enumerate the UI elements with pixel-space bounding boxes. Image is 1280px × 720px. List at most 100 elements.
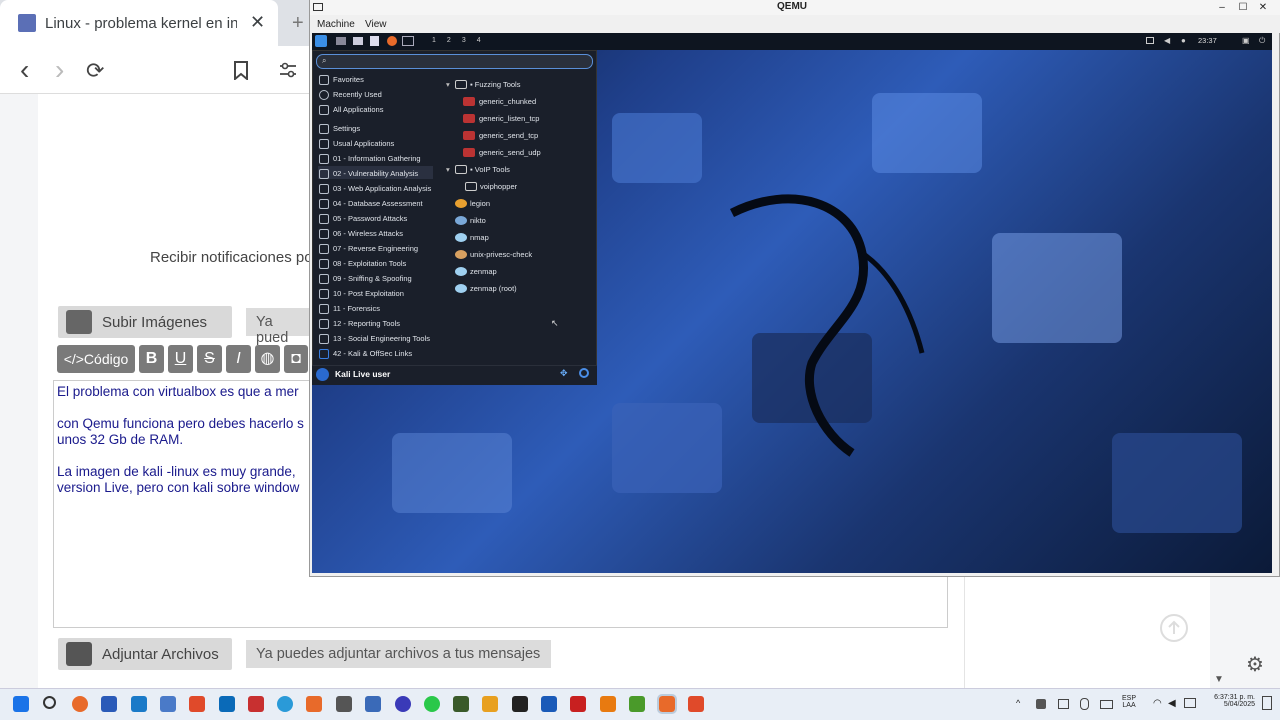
app-icon[interactable] <box>219 696 235 712</box>
category-reporting-tools[interactable]: 12 - Reporting Tools <box>333 319 400 328</box>
volume-icon[interactable]: ◀ <box>1168 698 1176 709</box>
app-icon[interactable] <box>541 696 557 712</box>
menu-settings-icon[interactable]: ✥ <box>560 368 568 379</box>
kali-menu-icon[interactable] <box>315 35 327 47</box>
settings-gear-icon[interactable]: ⚙ <box>1246 652 1264 677</box>
category-sniffing-spoofing[interactable]: 09 - Sniffing & Spoofing <box>333 274 412 283</box>
desktop-icon[interactable] <box>336 37 346 45</box>
category-information-gathering[interactable]: 01 - Information Gathering <box>333 154 421 163</box>
category-vulnerability-analysis[interactable]: 02 - Vulnerability Analysis <box>333 169 418 178</box>
app-icon[interactable] <box>482 696 498 712</box>
app-generic-chunked[interactable]: generic_chunked <box>479 97 536 106</box>
workspace-switcher[interactable]: 1234 <box>432 37 492 44</box>
menu-machine[interactable]: Machine <box>317 19 355 30</box>
reload-icon[interactable]: ⟳ <box>86 58 104 84</box>
lock-icon[interactable]: ▣ <box>1242 36 1250 45</box>
search-icon[interactable] <box>43 696 56 709</box>
app-generic-send-tcp[interactable]: generic_send_tcp <box>479 131 538 140</box>
terminal-icon[interactable] <box>402 36 414 46</box>
app-icon[interactable] <box>365 696 381 712</box>
attach-files-button[interactable]: Adjuntar Archivos <box>58 638 232 670</box>
save-icon[interactable] <box>101 696 117 712</box>
forward-icon[interactable]: › <box>55 54 64 86</box>
tray-overflow-icon[interactable]: ^ <box>1016 698 1020 708</box>
menu-power-icon[interactable] <box>579 368 589 378</box>
close-button[interactable]: ✕ <box>1253 0 1273 15</box>
category-kali-offsec-links[interactable]: 42 - Kali & OffSec Links <box>333 349 412 358</box>
collapse-arrow-icon[interactable]: ▾ <box>446 80 450 89</box>
workspace-3[interactable]: 3 <box>462 37 477 44</box>
app-legion[interactable]: legion <box>470 199 490 208</box>
strike-button[interactable]: S <box>197 345 222 373</box>
brave-icon[interactable] <box>688 696 704 712</box>
category-reverse-engineering[interactable]: 07 - Reverse Engineering <box>333 244 418 253</box>
wifi-icon[interactable]: ◠ <box>1153 698 1162 709</box>
minimize-button[interactable]: – <box>1212 0 1232 15</box>
back-icon[interactable]: ‹ <box>20 54 29 86</box>
explorer-icon[interactable] <box>160 696 176 712</box>
language-indicator[interactable]: ESP LAA <box>1122 695 1136 709</box>
app-nmap[interactable]: nmap <box>470 233 489 242</box>
code-button[interactable]: </>Código <box>57 345 135 373</box>
app-generic-send-udp[interactable]: generic_send_udp <box>479 148 541 157</box>
collapse-arrow-icon[interactable]: ▾ <box>446 165 450 174</box>
mic-icon[interactable] <box>1080 698 1089 710</box>
new-tab-button[interactable]: + <box>292 12 304 35</box>
app-nikto[interactable]: nikto <box>470 216 486 225</box>
firefox-icon[interactable] <box>72 696 88 712</box>
notifications-icon[interactable] <box>1262 696 1272 710</box>
app-voiphopper[interactable]: voiphopper <box>480 182 517 191</box>
workspace-1[interactable]: 1 <box>432 37 447 44</box>
app-icon[interactable] <box>570 696 586 712</box>
fuzzing-tools-header[interactable]: ▪ Fuzzing Tools <box>470 80 520 89</box>
app-icon[interactable] <box>248 696 264 712</box>
upload-images-button[interactable]: Subir Imágenes <box>58 306 232 338</box>
chess-icon[interactable] <box>336 696 352 712</box>
category-password-attacks[interactable]: 05 - Password Attacks <box>333 214 407 223</box>
vlc-icon[interactable] <box>600 696 616 712</box>
tray-icon[interactable] <box>1036 699 1046 709</box>
photos-icon[interactable] <box>131 696 147 712</box>
category-social-engineering[interactable]: 13 - Social Engineering Tools <box>333 334 430 343</box>
link-globe-icon[interactable]: ◍ <box>255 345 280 373</box>
category-exploitation-tools[interactable]: 08 - Exploitation Tools <box>333 259 406 268</box>
scroll-down-icon[interactable]: ▼ <box>1214 674 1224 685</box>
voip-tools-header[interactable]: ▪ VoIP Tools <box>470 165 510 174</box>
bold-button[interactable]: B <box>139 345 164 373</box>
app-icon[interactable] <box>306 696 322 712</box>
app-icon[interactable] <box>395 696 411 712</box>
category-recently-used[interactable]: Recently Used <box>333 90 382 99</box>
files-icon[interactable] <box>353 37 363 45</box>
workspace-2[interactable]: 2 <box>447 37 462 44</box>
volume-icon[interactable]: ◀ <box>1164 36 1170 45</box>
category-settings[interactable]: Settings <box>333 124 360 133</box>
site-settings-icon[interactable] <box>278 62 298 78</box>
image-insert-icon[interactable]: ◘ <box>284 345 308 373</box>
bookmark-icon[interactable] <box>233 61 249 80</box>
start-icon[interactable] <box>13 696 29 712</box>
maximize-button[interactable]: ☐ <box>1233 0 1253 15</box>
kali-clock[interactable]: 23:37 <box>1198 36 1217 45</box>
category-favorites[interactable]: Favorites <box>333 75 364 84</box>
category-all-applications[interactable]: All Applications <box>333 105 383 114</box>
close-tab-icon[interactable]: ✕ <box>250 12 265 33</box>
clock[interactable]: 6:37:31 p. m. 5/04/2025 <box>1203 694 1255 708</box>
category-forensics[interactable]: 11 - Forensics <box>333 304 380 313</box>
app-icon[interactable] <box>629 696 645 712</box>
underline-button[interactable]: U <box>168 345 193 373</box>
category-database-assessment[interactable]: 04 - Database Assessment <box>333 199 423 208</box>
brave-icon[interactable] <box>189 696 205 712</box>
menu-view[interactable]: View <box>365 19 387 30</box>
app-icon[interactable] <box>453 696 469 712</box>
battery-icon[interactable] <box>1184 698 1196 708</box>
scroll-top-icon[interactable] <box>1159 613 1189 643</box>
notification-bell-icon[interactable]: ● <box>1181 36 1186 45</box>
menu-search-input[interactable] <box>316 54 593 69</box>
app-unix-privesc-check[interactable]: unix-privesc-check <box>470 250 532 259</box>
whatsapp-icon[interactable] <box>424 696 440 712</box>
workspace-4[interactable]: 4 <box>477 37 492 44</box>
category-usual-applications[interactable]: Usual Applications <box>333 139 394 148</box>
telegram-icon[interactable] <box>277 696 293 712</box>
app-zenmap-root[interactable]: zenmap (root) <box>470 284 517 293</box>
display-icon[interactable] <box>1146 37 1154 44</box>
